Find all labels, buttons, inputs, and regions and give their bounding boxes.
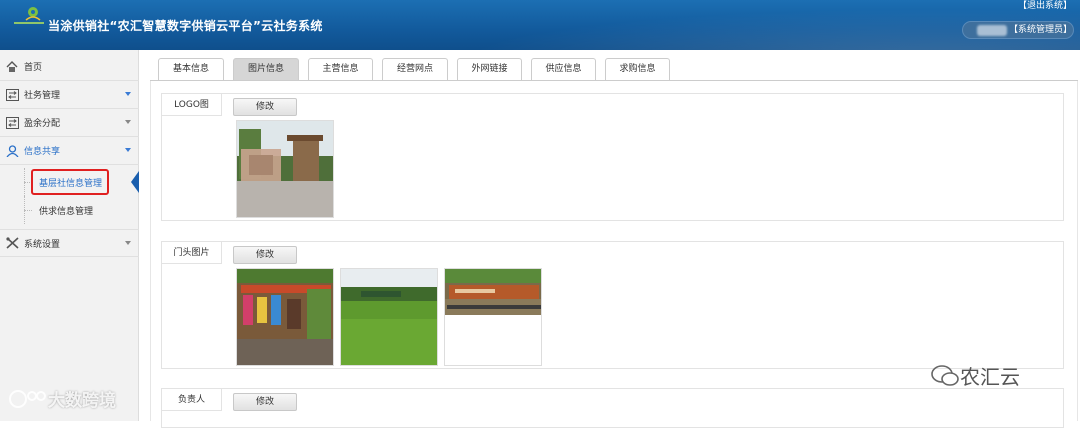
user-role-label: 【系统管理员】 — [1009, 25, 1073, 35]
user-icon — [5, 144, 19, 158]
user-badge[interactable]: 【系统管理员】 — [962, 21, 1074, 39]
tab-main-business[interactable]: 主营信息 — [308, 58, 373, 80]
logout-link[interactable]: 【退出系统】 — [1018, 0, 1072, 11]
tab-basic-info[interactable]: 基本信息 — [158, 58, 224, 80]
sidebar-item-label: 盈余分配 — [24, 119, 61, 129]
sidebar: 首页 社务管理 盈余分配 信息共享 基层社信息管理 供求信息管理 系统设置 — [0, 50, 139, 421]
home-icon — [5, 60, 19, 74]
tab-image-info[interactable]: 图片信息 — [233, 58, 299, 80]
app-title: 当涂供销社“农汇智慧数字供销云平台”云社务系统 — [48, 19, 323, 33]
logo-image[interactable] — [236, 120, 334, 218]
edit-logo-button[interactable]: 修改 — [233, 98, 297, 116]
person-in-charge-section: 负责人 修改 — [161, 388, 1064, 428]
edit-storefront-button[interactable]: 修改 — [233, 246, 297, 264]
edit-person-button[interactable]: 修改 — [233, 393, 297, 411]
watermark-right: 农汇云 — [930, 361, 1020, 390]
submenu-item-supply-demand[interactable]: 供求信息管理 — [0, 196, 139, 224]
sidebar-item-info-share[interactable]: 信息共享 — [0, 137, 139, 165]
storefront-image[interactable] — [236, 268, 334, 366]
logo-section: LOGO图 修改 — [161, 93, 1064, 221]
sidebar-item-home[interactable]: 首页 — [0, 53, 139, 81]
active-indicator-arrow — [131, 171, 139, 193]
watermark-right-text: 农汇云 — [960, 365, 1020, 389]
storefront-section: 门头图片 修改 — [161, 241, 1064, 369]
tab-supply-info[interactable]: 供应信息 — [531, 58, 596, 80]
chevron-down-icon — [125, 241, 131, 245]
section-label: 负责人 — [162, 389, 222, 411]
tree-branch — [24, 210, 32, 211]
chevron-down-icon — [125, 148, 131, 152]
sidebar-item-affairs[interactable]: 社务管理 — [0, 81, 139, 109]
logo-underline — [14, 22, 44, 24]
sidebar-item-label: 信息共享 — [24, 147, 61, 157]
section-label: LOGO图 — [162, 94, 222, 116]
submenu-label: 供求信息管理 — [39, 206, 94, 217]
watermark-left-text: 大数跨境 — [48, 391, 116, 411]
chevron-down-icon — [125, 92, 131, 96]
chevron-down-icon — [125, 120, 131, 124]
swap-icon — [5, 88, 19, 102]
sidebar-item-settings[interactable]: 系统设置 — [0, 229, 139, 257]
logo-icon — [25, 7, 41, 21]
storefront-image[interactable] — [444, 268, 542, 366]
wechat-icon — [931, 364, 959, 386]
section-label: 门头图片 — [162, 242, 222, 264]
sidebar-item-label: 首页 — [24, 63, 43, 73]
top-header: 当涂供销社“农汇智慧数字供销云平台”云社务系统 【退出系统】 【系统管理员】 — [0, 0, 1080, 50]
avatar — [977, 25, 1007, 36]
storefront-image[interactable] — [340, 268, 438, 366]
sidebar-item-surplus[interactable]: 盈余分配 — [0, 109, 139, 137]
wrench-icon — [5, 236, 19, 250]
tab-divider — [150, 80, 1078, 81]
tab-outlets[interactable]: 经营网点 — [382, 58, 448, 80]
swap-icon — [5, 116, 19, 130]
tab-purchase-info[interactable]: 求购信息 — [605, 58, 670, 80]
brand-logo-icon — [9, 389, 46, 408]
watermark-left: 大数跨境 — [8, 386, 116, 411]
sidebar-item-label: 社务管理 — [24, 91, 61, 101]
sidebar-item-label: 系统设置 — [24, 239, 61, 250]
tab-external-links[interactable]: 外网链接 — [457, 58, 522, 80]
active-submenu-highlight — [31, 169, 109, 195]
